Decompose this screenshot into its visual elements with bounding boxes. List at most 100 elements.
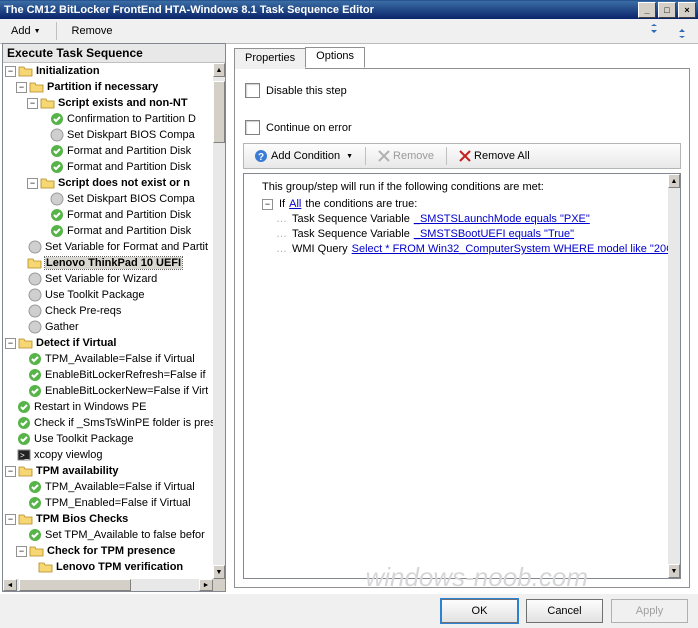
gray-icon [27,239,43,255]
tree-item[interactable]: Gather [3,319,213,335]
tree-item[interactable]: Use Toolkit Package [3,287,213,303]
horizontal-scrollbar[interactable]: ◄ ► [3,579,213,591]
svg-text:>_: >_ [20,451,30,460]
condition-if-all[interactable]: − If All the conditions are true: [262,197,676,212]
tab-options[interactable]: Options [305,47,365,68]
condition-item[interactable]: …WMI Query Select * FROM Win32_ComputerS… [262,242,676,257]
collapse-icon[interactable]: − [5,466,16,477]
x-icon [378,150,390,162]
folder-open-icon [40,95,56,111]
move-down-icon[interactable] [670,20,694,42]
tree-item[interactable]: Check Pre-reqs [3,303,213,319]
dropdown-arrow-icon: ▼ [34,28,41,35]
tree-item[interactable]: Format and Partition Disk [3,207,213,223]
condition-value-link[interactable]: _SMSTSBootUEFI equals "True" [414,227,574,242]
tree-item-label: TPM_Available=False if Virtual [45,481,195,493]
collapse-icon[interactable]: − [5,66,16,77]
tree-view[interactable]: −Initialization−Partition if necessary−S… [3,63,213,579]
tree-item[interactable]: −Partition if necessary [3,79,213,95]
tree-item[interactable]: >_ xcopy viewlog [3,447,213,463]
disable-step-checkbox[interactable] [245,83,260,98]
tree-item[interactable]: Format and Partition Disk [3,223,213,239]
tree-item[interactable]: EnableBitLockerRefresh=False if [3,367,213,383]
condition-item[interactable]: …Task Sequence Variable _SMSTSLaunchMode… [262,212,676,227]
condition-operator-link[interactable]: All [289,197,301,212]
minimize-button[interactable]: _ [638,2,656,18]
tabstrip: Properties Options [234,47,690,69]
tree-item[interactable]: −Detect if Virtual [3,335,213,351]
tree-item[interactable]: Check if _SmsTsWinPE folder is pres [3,415,213,431]
tree-item[interactable]: −TPM Bios Checks [3,511,213,527]
tree-item[interactable]: Set Variable for Wizard [3,271,213,287]
conditions-scrollbar[interactable]: ▲ ▼ [668,174,680,578]
tree-connector-icon: … [276,212,288,227]
cancel-button[interactable]: Cancel [526,599,603,623]
condition-value-link[interactable]: _SMSTSLaunchMode equals "PXE" [414,212,590,227]
collapse-icon[interactable]: − [16,82,27,93]
collapse-icon[interactable]: − [27,98,38,109]
maximize-button[interactable]: □ [658,2,676,18]
scroll-up-icon[interactable]: ▲ [668,174,680,188]
apply-button[interactable]: Apply [611,599,688,623]
tree-item[interactable]: −TPM availability [3,463,213,479]
remove-button[interactable]: Remove [65,23,120,39]
collapse-icon[interactable]: − [16,546,27,557]
tree-item[interactable]: −Initialization [3,63,213,79]
close-button[interactable]: × [678,2,696,18]
conditions-intro: This group/step will run if the followin… [262,180,676,195]
tree-item[interactable]: TPM_Enabled=False if Virtual [3,495,213,511]
check-icon [27,383,43,399]
scroll-down-icon[interactable]: ▼ [668,564,680,578]
condition-item[interactable]: …Task Sequence Variable _SMSTSBootUEFI e… [262,227,676,242]
tree-item[interactable]: EnableBitLockerNew=False if Virt [3,383,213,399]
collapse-icon[interactable]: − [27,178,38,189]
tree-item-label: Set Diskpart BIOS Compa [67,193,195,205]
tree-item-label: Check for TPM presence [47,545,175,557]
tab-properties[interactable]: Properties [234,48,306,69]
check-icon [49,207,65,223]
tree-item[interactable]: Format and Partition Disk [3,143,213,159]
scroll-right-icon[interactable]: ► [199,579,213,591]
tree-item[interactable]: −Script exists and non-NT [3,95,213,111]
tree-item[interactable]: Set TPM_Available to false befor [3,527,213,543]
collapse-icon[interactable]: − [5,338,16,349]
conditions-box: This group/step will run if the followin… [243,173,681,579]
tree-header[interactable]: Execute Task Sequence [3,44,225,63]
collapse-icon[interactable]: − [262,199,273,210]
tab-content-options: Disable this step Continue on error ? Ad… [234,69,690,588]
folder-open-icon [27,255,43,271]
ok-button[interactable]: OK [441,599,518,623]
continue-error-row: Continue on error [245,120,681,135]
tree-item[interactable]: Set Diskpart BIOS Compa [3,127,213,143]
scroll-down-icon[interactable]: ▼ [213,565,225,579]
tree-item[interactable]: − Check for TPM presence [3,543,213,559]
editor-toolbar: Add ▼ Remove [0,19,698,44]
tree-item[interactable]: TPM_Available=False if Virtual [3,351,213,367]
vertical-scrollbar[interactable]: ▲ ▼ [213,63,225,579]
x-icon [459,150,471,162]
tree-item[interactable]: Confirmation to Partition D [3,111,213,127]
tree-item[interactable]: TPM_Available=False if Virtual [3,479,213,495]
move-up-icon[interactable] [642,20,666,42]
remove-all-button[interactable]: Remove All [453,148,536,164]
tree-item[interactable]: Restart in Windows PE [3,399,213,415]
tree-item[interactable]: Set Diskpart BIOS Compa [3,191,213,207]
add-condition-button[interactable]: ? Add Condition ▼ [248,147,359,165]
tree-item[interactable]: Format and Partition Disk [3,159,213,175]
condition-value-link[interactable]: Select * FROM Win32_ComputerSystem WHERE… [352,242,681,257]
collapse-icon[interactable]: − [5,514,16,525]
add-button[interactable]: Add ▼ [4,23,48,39]
tree-item[interactable]: Set Variable for Format and Partit [3,239,213,255]
tree-item[interactable]: Lenovo TPM verification [3,559,213,575]
remove-condition-button[interactable]: Remove [372,148,440,164]
tree-item[interactable]: −Script does not exist or n [3,175,213,191]
check-icon [16,431,32,447]
add-button-label: Add [11,25,31,37]
scroll-up-icon[interactable]: ▲ [213,63,225,77]
tree-item-label: xcopy viewlog [34,449,102,461]
tree-item[interactable]: Use Toolkit Package [3,431,213,447]
continue-error-checkbox[interactable] [245,120,260,135]
folder-icon [38,559,54,575]
scroll-left-icon[interactable]: ◄ [3,579,17,591]
tree-item[interactable]: Lenovo ThinkPad 10 UEFI [3,255,213,271]
